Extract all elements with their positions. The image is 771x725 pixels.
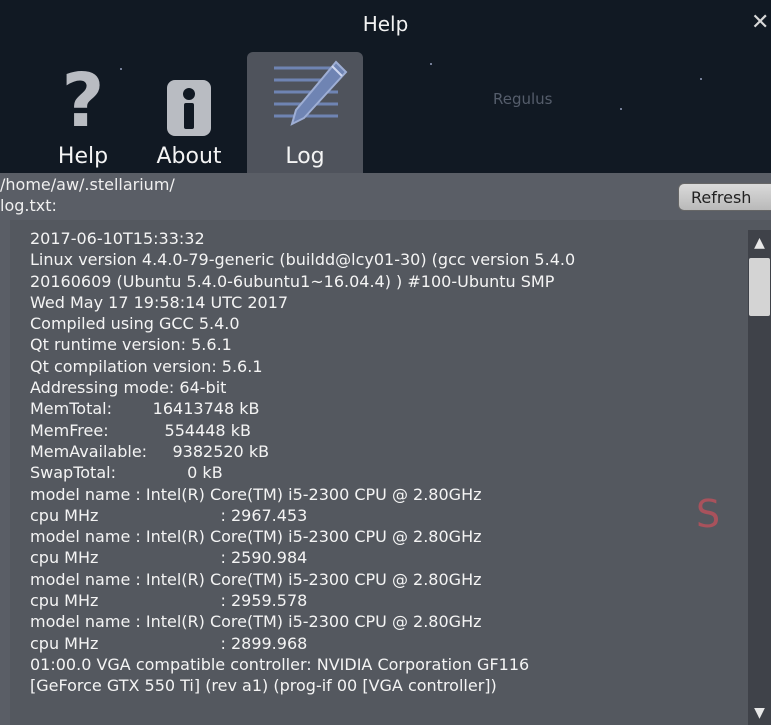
- log-line: [GeForce GTX 550 Ti] (rev a1) (prog-if 0…: [30, 676, 497, 696]
- log-line: Addressing mode: 64-bit: [30, 378, 227, 398]
- log-line: cpu MHz : 2899.968: [30, 633, 308, 653]
- log-line: Wed May 17 19:58:14 UTC 2017: [30, 292, 289, 312]
- log-line: 20160609 (Ubuntu 5.4.0-6ubuntu1~16.04.4)…: [30, 271, 555, 291]
- scroll-up-arrow-icon[interactable]: ▲: [748, 230, 771, 254]
- log-content: 2017-06-10T15:33:32 Linux version 4.4.0-…: [30, 228, 750, 697]
- log-line: 01:00.0 VGA compatible controller: NVIDI…: [30, 654, 530, 674]
- tab-log[interactable]: Log: [247, 52, 363, 173]
- log-line: cpu MHz : 2959.578: [30, 591, 308, 611]
- scroll-down-arrow-icon[interactable]: ▼: [748, 703, 771, 725]
- tab-help-label: Help: [57, 144, 109, 169]
- log-line: model name : Intel(R) Core(TM) i5-2300 C…: [30, 484, 482, 504]
- log-line: model name : Intel(R) Core(TM) i5-2300 C…: [30, 569, 482, 589]
- svg-text:?: ?: [62, 58, 105, 134]
- log-line: MemTotal: 16413748 kB: [30, 399, 260, 419]
- log-text-area[interactable]: 2017-06-10T15:33:32 Linux version 4.4.0-…: [10, 220, 771, 725]
- tab-help[interactable]: ? Help: [38, 52, 128, 173]
- refresh-button[interactable]: Refresh: [678, 183, 771, 211]
- log-line: model name : Intel(R) Core(TM) i5-2300 C…: [30, 612, 482, 632]
- window-title: Help: [362, 12, 409, 36]
- log-line: Qt compilation version: 5.6.1: [30, 356, 263, 376]
- log-line: 2017-06-10T15:33:32: [30, 229, 205, 248]
- tab-log-label: Log: [285, 144, 325, 169]
- title-bar[interactable]: Help ✕: [0, 0, 771, 48]
- log-line: MemAvailable: 9382520 kB: [30, 441, 270, 461]
- log-line: cpu MHz : 2590.984: [30, 548, 308, 568]
- help-window: Help ✕ Regulus ? Help About Log /home/aw…: [0, 0, 771, 725]
- background-marker: S: [696, 492, 721, 536]
- log-line: MemFree: 554448 kB: [30, 420, 251, 440]
- scroll-thumb[interactable]: [749, 258, 770, 316]
- tab-about[interactable]: About: [143, 52, 235, 173]
- log-line: Compiled using GCC 5.4.0: [30, 314, 240, 334]
- log-scrollbar[interactable]: ▲ ▼: [748, 230, 771, 725]
- log-line: model name : Intel(R) Core(TM) i5-2300 C…: [30, 527, 482, 547]
- log-line: cpu MHz : 2967.453: [30, 505, 308, 525]
- star-label: Regulus: [493, 90, 553, 108]
- pen-icon: [274, 60, 348, 126]
- log-line: Qt runtime version: 5.6.1: [30, 335, 232, 355]
- help-icon: ?: [62, 58, 105, 134]
- tab-about-label: About: [156, 144, 222, 169]
- close-icon[interactable]: ✕: [751, 10, 771, 36]
- log-file-path: /home/aw/.stellarium/ log.txt:: [0, 175, 175, 215]
- log-line: SwapTotal: 0 kB: [30, 463, 223, 483]
- info-icon: [167, 80, 211, 136]
- log-line: Linux version 4.4.0-79-generic (buildd@l…: [30, 250, 576, 270]
